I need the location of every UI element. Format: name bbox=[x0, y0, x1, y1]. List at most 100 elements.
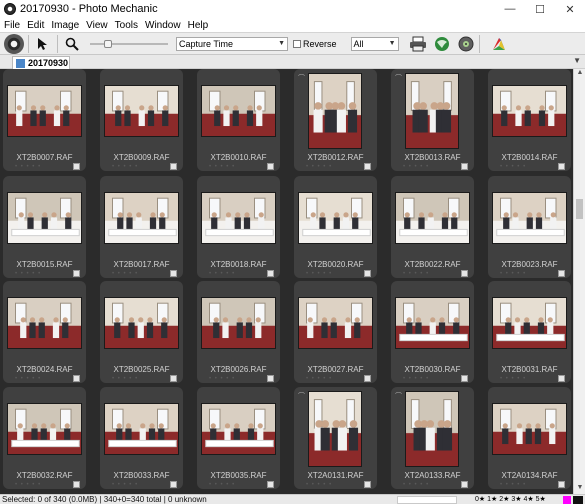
tag-checkbox[interactable] bbox=[364, 375, 371, 382]
rating-dots[interactable]: • • • • • bbox=[403, 482, 429, 488]
thumbnail-cell[interactable]: ⌒ XT2A0133.RAF • • • • • bbox=[391, 387, 474, 489]
rating-dots[interactable]: • • • • • bbox=[500, 376, 526, 382]
checkbox-box[interactable] bbox=[293, 39, 301, 48]
rating-dots[interactable]: • • • • • bbox=[15, 164, 41, 170]
tag-checkbox[interactable] bbox=[558, 375, 565, 382]
select-arrow-icon[interactable] bbox=[33, 34, 53, 54]
thumbnail-image[interactable] bbox=[492, 403, 567, 455]
rating-dots[interactable]: • • • • • bbox=[209, 164, 235, 170]
thumbnail-cell[interactable]: ⌒ XT2B0013.RAF • • • • • bbox=[391, 69, 474, 171]
thumbnail-cell[interactable]: XT2B0032.RAF • • • • • bbox=[3, 387, 86, 489]
tag-checkbox[interactable] bbox=[73, 375, 80, 382]
thumbnail-cell[interactable]: XT2B0015.RAF • • • • • bbox=[3, 176, 86, 278]
thumbnail-cell[interactable]: ⌒ XT2A0131.RAF • • • • • bbox=[294, 387, 377, 489]
tag-checkbox[interactable] bbox=[170, 375, 177, 382]
maximize-button[interactable]: ☐ bbox=[525, 0, 555, 18]
tag-checkbox[interactable] bbox=[558, 163, 565, 170]
tag-checkbox[interactable] bbox=[170, 163, 177, 170]
thumbnail-image[interactable] bbox=[492, 297, 567, 349]
thumbnail-cell[interactable]: XT2B0018.RAF • • • • • bbox=[197, 176, 280, 278]
color-class-icon[interactable] bbox=[490, 35, 508, 53]
thumbnail-image[interactable] bbox=[104, 85, 179, 137]
thumbnail-cell[interactable]: XT2B0017.RAF • • • • • bbox=[100, 176, 183, 278]
tab-list-chevron-icon[interactable]: ▼ bbox=[573, 56, 581, 65]
menu-tools[interactable]: Tools bbox=[115, 20, 138, 31]
thumbnail-image[interactable] bbox=[7, 85, 82, 137]
tag-checkbox[interactable] bbox=[267, 481, 274, 488]
scroll-down-arrow-icon[interactable]: ▼ bbox=[574, 484, 585, 494]
thumbnail-image[interactable] bbox=[7, 192, 82, 244]
thumbnail-image[interactable] bbox=[201, 192, 276, 244]
thumbnail-cell[interactable]: XT2B0025.RAF • • • • • bbox=[100, 281, 183, 383]
thumbnail-cell[interactable]: XT2B0023.RAF • • • • • bbox=[488, 176, 571, 278]
thumbnail-image[interactable] bbox=[7, 403, 82, 455]
thumbnail-cell[interactable]: XT2B0022.RAF • • • • • bbox=[391, 176, 474, 278]
menu-window[interactable]: Window bbox=[145, 20, 181, 31]
rating-dots[interactable]: • • • • • bbox=[500, 482, 526, 488]
zoom-magnifier-icon[interactable] bbox=[62, 34, 82, 54]
thumbnail-cell[interactable]: XT2B0007.RAF • • • • • bbox=[3, 69, 86, 171]
rating-dots[interactable]: • • • • • bbox=[209, 376, 235, 382]
rating-dots[interactable]: • • • • • bbox=[306, 482, 332, 488]
tag-checkbox[interactable] bbox=[558, 481, 565, 488]
filter-select[interactable]: All ▼ bbox=[350, 36, 399, 51]
thumbnail-cell[interactable]: XT2B0033.RAF • • • • • bbox=[100, 387, 183, 489]
thumbnail-image[interactable] bbox=[395, 297, 470, 349]
thumbnail-cell[interactable]: XT2B0009.RAF • • • • • bbox=[100, 69, 183, 171]
burn-disc-icon[interactable] bbox=[457, 35, 475, 53]
tag-checkbox[interactable] bbox=[364, 481, 371, 488]
rating-dots[interactable]: • • • • • bbox=[306, 376, 332, 382]
tag-checkbox[interactable] bbox=[267, 375, 274, 382]
thumbnail-cell[interactable]: XT2A0134.RAF • • • • • bbox=[488, 387, 571, 489]
rating-dots[interactable]: • • • • • bbox=[209, 482, 235, 488]
tag-checkbox[interactable] bbox=[558, 270, 565, 277]
thumbnail-image[interactable] bbox=[7, 297, 82, 349]
rating-dots[interactable]: • • • • • bbox=[403, 376, 429, 382]
thumbnail-cell[interactable]: XT2B0010.RAF • • • • • bbox=[197, 69, 280, 171]
vertical-scrollbar[interactable]: ▲ ▼ bbox=[573, 69, 585, 494]
thumbnail-image[interactable] bbox=[492, 192, 567, 244]
rating-dots[interactable]: • • • • • bbox=[112, 376, 138, 382]
tag-checkbox[interactable] bbox=[170, 270, 177, 277]
sort-order-select[interactable]: Capture Time ▼ bbox=[176, 36, 288, 51]
tab-20170930[interactable]: 20170930 bbox=[12, 56, 70, 69]
thumbnail-cell[interactable]: ⌒ XT2B0012.RAF • • • • • bbox=[294, 69, 377, 171]
status-search-field[interactable] bbox=[397, 496, 457, 504]
thumbnail-image[interactable] bbox=[298, 192, 373, 244]
rating-dots[interactable]: • • • • • bbox=[209, 271, 235, 277]
color-class-swatch-magenta[interactable] bbox=[563, 496, 571, 504]
thumbnail-cell[interactable]: XT2B0024.RAF • • • • • bbox=[3, 281, 86, 383]
rating-dots[interactable]: • • • • • bbox=[15, 482, 41, 488]
rating-dots[interactable]: • • • • • bbox=[112, 271, 138, 277]
thumbnail-cell[interactable]: XT2B0035.RAF • • • • • bbox=[197, 387, 280, 489]
rating-dots[interactable]: • • • • • bbox=[15, 271, 41, 277]
thumbnail-image[interactable] bbox=[298, 297, 373, 349]
rating-dots[interactable]: • • • • • bbox=[306, 271, 332, 277]
thumbnail-image[interactable] bbox=[104, 192, 179, 244]
thumbnail-image[interactable] bbox=[104, 297, 179, 349]
print-icon[interactable] bbox=[409, 35, 427, 53]
rating-dots[interactable]: • • • • • bbox=[112, 482, 138, 488]
slider-thumb[interactable] bbox=[104, 39, 112, 48]
thumbnail-image[interactable] bbox=[201, 403, 276, 455]
thumbnail-cell[interactable]: XT2B0026.RAF • • • • • bbox=[197, 281, 280, 383]
thumbnail-image[interactable] bbox=[308, 73, 362, 149]
tag-checkbox[interactable] bbox=[73, 270, 80, 277]
tag-checkbox[interactable] bbox=[267, 163, 274, 170]
rating-dots[interactable]: • • • • • bbox=[306, 164, 332, 170]
tag-checkbox[interactable] bbox=[73, 163, 80, 170]
web-gallery-icon[interactable] bbox=[433, 35, 451, 53]
rating-dots[interactable]: • • • • • bbox=[500, 271, 526, 277]
menu-file[interactable]: File bbox=[4, 20, 20, 31]
thumbnail-image[interactable] bbox=[201, 85, 276, 137]
rating-dots[interactable]: • • • • • bbox=[500, 164, 526, 170]
menu-edit[interactable]: Edit bbox=[27, 20, 44, 31]
tag-checkbox[interactable] bbox=[170, 481, 177, 488]
minimize-button[interactable]: — bbox=[495, 0, 525, 18]
tag-checkbox[interactable] bbox=[461, 375, 468, 382]
tag-checkbox[interactable] bbox=[364, 270, 371, 277]
scroll-up-arrow-icon[interactable]: ▲ bbox=[574, 69, 585, 79]
thumbnail-image[interactable] bbox=[201, 297, 276, 349]
color-class-swatch-dark[interactable] bbox=[573, 496, 583, 504]
thumbnail-cell[interactable]: XT2B0030.RAF • • • • • bbox=[391, 281, 474, 383]
